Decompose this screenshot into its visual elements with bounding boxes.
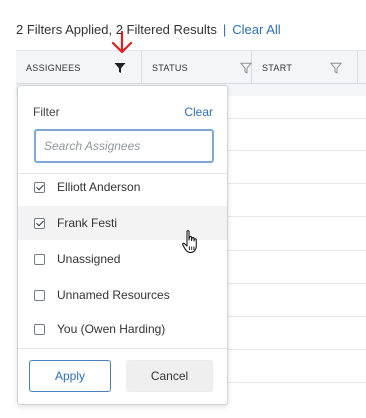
- column-header-status[interactable]: STATUS: [142, 51, 252, 84]
- table-row-divider: [228, 216, 366, 217]
- table-row-divider: [228, 382, 366, 383]
- option-label: Elliott Anderson: [57, 180, 141, 194]
- summary-separator: |: [222, 22, 227, 37]
- search-assignees-input[interactable]: [34, 129, 214, 163]
- clear-all-link[interactable]: Clear All: [232, 22, 280, 37]
- filter-option-you[interactable]: You (Owen Harding): [18, 312, 227, 346]
- table-row-divider: [228, 283, 366, 284]
- apply-button[interactable]: Apply: [29, 360, 111, 392]
- table-header: ASSIGNEES STATUS START: [16, 50, 366, 84]
- table-row-divider: [228, 183, 366, 184]
- filter-icon[interactable]: [240, 62, 252, 74]
- option-label: Unnamed Resources: [57, 288, 170, 302]
- table-row-divider: [228, 118, 366, 119]
- option-label: You (Owen Harding): [57, 322, 166, 336]
- cancel-button[interactable]: Cancel: [126, 360, 213, 392]
- column-label-start: START: [262, 62, 293, 73]
- hand-pointer-icon: [182, 230, 197, 254]
- filter-option-elliott-anderson[interactable]: Elliott Anderson: [18, 170, 227, 204]
- table-row-divider: [228, 150, 366, 151]
- filter-option-unnamed-resources[interactable]: Unnamed Resources: [18, 278, 227, 312]
- filter-clear-link[interactable]: Clear: [184, 105, 213, 119]
- option-label: Unassigned: [57, 252, 121, 266]
- checkbox-unchecked[interactable]: [34, 323, 45, 335]
- divider: [18, 348, 227, 349]
- checkbox-checked[interactable]: [34, 181, 45, 193]
- filter-icon[interactable]: [330, 62, 342, 74]
- annotation-arrow-icon: [111, 30, 133, 54]
- filter-active-icon[interactable]: [114, 62, 126, 74]
- column-label-assignees: ASSIGNEES: [26, 62, 81, 73]
- checkbox-unchecked[interactable]: [34, 289, 45, 301]
- table-row-divider: [228, 316, 366, 317]
- table-row-divider: [228, 349, 366, 350]
- filter-summary: 2 Filters Applied, 2 Filtered Results | Cl…: [16, 22, 281, 37]
- checkbox-unchecked[interactable]: [34, 253, 45, 265]
- column-header-start[interactable]: START: [252, 51, 358, 84]
- table-row-divider: [228, 250, 366, 251]
- column-label-status: STATUS: [152, 62, 188, 73]
- filter-title: Filter: [33, 105, 60, 119]
- checkbox-checked[interactable]: [34, 217, 45, 229]
- option-label: Frank Festi: [57, 216, 118, 230]
